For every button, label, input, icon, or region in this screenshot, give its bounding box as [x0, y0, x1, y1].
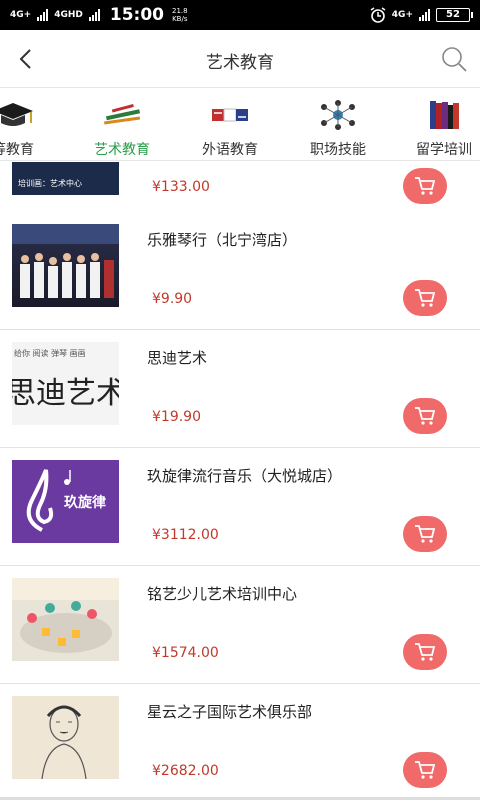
- add-to-cart-button[interactable]: [403, 516, 447, 552]
- signal-icon-3: [419, 9, 430, 21]
- cart-icon: [415, 643, 436, 661]
- network-people-icon: [321, 100, 355, 130]
- network-indicator: 4G+: [10, 9, 32, 20]
- page-title: 艺术教育: [206, 53, 274, 73]
- item-thumbnail: [12, 224, 119, 307]
- tab-label: 职场技能: [310, 142, 366, 158]
- classroom-photo-image: [12, 578, 119, 653]
- item-price: ¥19.90: [152, 409, 201, 425]
- add-to-cart-button[interactable]: [403, 752, 447, 788]
- cart-icon: [415, 177, 436, 195]
- sketch-portrait-image: [41, 705, 87, 779]
- signal-icon-2: [88, 9, 100, 21]
- thumbnail-subtext: 给你 阅读 弹琴 画画: [14, 349, 86, 358]
- item-price: ¥133.00: [152, 179, 210, 195]
- item-price: ¥1574.00: [152, 645, 219, 661]
- network-speed-value: 21.8: [171, 7, 188, 15]
- item-price: ¥9.90: [152, 291, 193, 307]
- battery-icon: 52: [436, 8, 473, 22]
- item-thumbnail: 给你 阅读 弹琴 画画 思迪艺术: [12, 342, 119, 425]
- tab-study-abroad[interactable]: 留学培训: [406, 89, 480, 161]
- cart-icon: [415, 407, 436, 425]
- tab-foreign-language[interactable]: 外语教育: [192, 89, 268, 161]
- search-icon[interactable]: [440, 45, 468, 73]
- item-name: 星云之子国际艺术俱乐部: [147, 703, 313, 721]
- cart-icon: [415, 525, 436, 543]
- add-to-cart-button[interactable]: [403, 280, 447, 316]
- network-indicator-3: 4G+: [391, 9, 413, 20]
- tab-higher-education[interactable]: 等教育: [0, 89, 48, 161]
- item-name: 乐雅琴行（北宁湾店）: [147, 231, 298, 249]
- thumbnail-logo-text: 玖旋律: [64, 495, 106, 511]
- tab-label: 留学培训: [416, 142, 472, 158]
- list-item[interactable]: 星云之子国际艺术俱乐部 ¥2682.00: [0, 684, 480, 800]
- tab-label: 等教育: [0, 142, 34, 158]
- thumbnail-logo-text: 思迪艺术: [12, 376, 119, 411]
- list-item[interactable]: 乐雅琴行（北宁湾店） ¥9.90: [0, 212, 480, 330]
- item-price: ¥2682.00: [152, 763, 219, 779]
- product-list: 培训画：艺术中心 ¥133.00 乐雅琴行（北宁湾店） ¥9.90 给你 阅读 …: [0, 162, 480, 800]
- language-icon: [212, 108, 248, 122]
- tab-label: 艺术教育: [94, 142, 150, 158]
- add-to-cart-button[interactable]: [403, 168, 447, 204]
- cart-icon: [415, 761, 436, 779]
- item-price: ¥3112.00: [152, 527, 219, 543]
- alarm-icon: [370, 7, 386, 23]
- list-item[interactable]: 玖旋律 玖旋律流行音乐（大悦城店） ¥3112.00: [0, 448, 480, 566]
- item-thumbnail: [12, 696, 119, 779]
- signal-icon: [37, 9, 49, 21]
- list-item[interactable]: 给你 阅读 弹琴 画画 思迪艺术 思迪艺术 ¥19.90: [0, 330, 480, 448]
- add-to-cart-button[interactable]: [403, 634, 447, 670]
- cart-icon: [415, 289, 436, 307]
- network-speed-unit: KB/s: [172, 15, 188, 23]
- item-thumbnail: 培训画：艺术中心: [12, 162, 119, 195]
- tab-label: 外语教育: [202, 142, 258, 158]
- add-to-cart-button[interactable]: [403, 398, 447, 434]
- list-item[interactable]: 培训画：艺术中心 ¥133.00: [0, 162, 480, 218]
- item-thumbnail: 玖旋律: [12, 460, 119, 543]
- group-photo-image: [12, 224, 119, 298]
- list-item[interactable]: 铭艺少儿艺术培训中心 ¥1574.00: [0, 566, 480, 684]
- item-name: 思迪艺术: [147, 349, 208, 367]
- item-name: 玖旋律流行音乐（大悦城店）: [147, 467, 343, 485]
- books-icon: [430, 101, 459, 129]
- clock: 15:00: [109, 5, 164, 25]
- tab-art-education[interactable]: 艺术教育: [84, 89, 160, 161]
- status-bar: 4G+ 4GHD 15:00 21.8 KB/s 4G+ 52: [0, 0, 480, 30]
- graduation-cap-icon: [0, 103, 33, 126]
- network-indicator-2: 4GHD: [54, 9, 83, 20]
- tab-career-skills[interactable]: 职场技能: [300, 89, 376, 161]
- item-name: 铭艺少儿艺术培训中心: [147, 585, 298, 603]
- art-supplies-icon: [104, 103, 141, 125]
- thumbnail-caption: 培训画：艺术中心: [18, 179, 82, 188]
- header: 艺术教育: [0, 30, 480, 88]
- category-tabs: 等教育 艺术教育 外语教育 职场技能: [0, 89, 480, 161]
- network-speed: 21.8 KB/s: [172, 7, 188, 23]
- item-thumbnail: [12, 578, 119, 661]
